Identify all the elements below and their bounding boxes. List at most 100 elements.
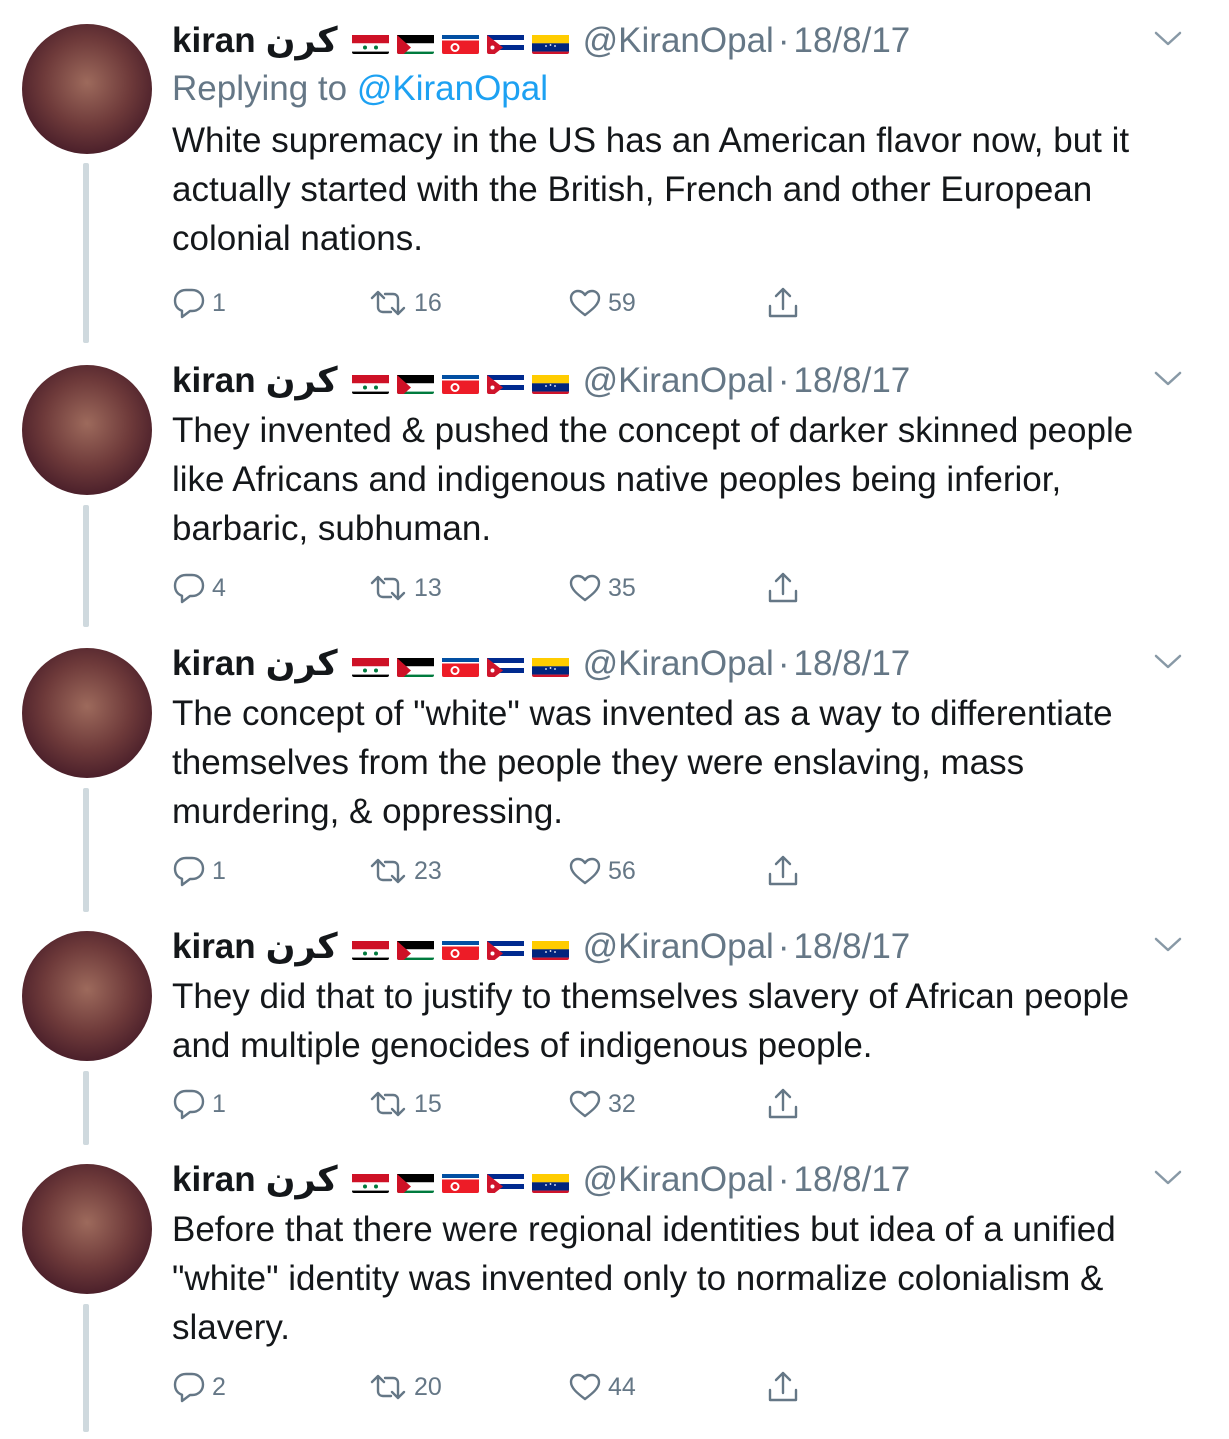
like-count: 32 (608, 1089, 636, 1118)
avatar[interactable] (22, 365, 152, 495)
avatar[interactable] (22, 24, 152, 154)
share-button[interactable] (766, 1087, 800, 1121)
venezuela-flag (531, 29, 569, 54)
retweet-count: 15 (414, 1089, 442, 1118)
tweet-date[interactable]: 18/8/17 (793, 1160, 910, 1200)
like-button[interactable]: 56 (568, 856, 636, 886)
share-icon (766, 1370, 800, 1404)
chevron-down-icon[interactable] (1153, 653, 1183, 671)
tweet-text: White supremacy in the US has an America… (172, 121, 1130, 258)
author-handle[interactable]: @KiranOpal (583, 361, 774, 401)
reply-button[interactable]: 1 (172, 855, 226, 887)
author-handle[interactable]: @KiranOpal (583, 1160, 774, 1200)
chevron-down-icon[interactable] (1153, 936, 1183, 954)
retweet-button[interactable]: 23 (368, 856, 442, 886)
retweet-button[interactable]: 16 (368, 288, 442, 318)
reply-icon (172, 1371, 206, 1403)
tweet-text: They did that to justify to themselves s… (172, 977, 1130, 1065)
share-button[interactable] (766, 854, 800, 888)
author-name[interactable]: kiran (172, 21, 256, 61)
reply-count: 4 (212, 573, 226, 602)
retweet-button[interactable]: 13 (368, 573, 442, 603)
author-name[interactable]: kiran (172, 644, 256, 684)
north-korea-flag (441, 29, 479, 54)
author-arabic-name[interactable]: كرن (266, 21, 338, 61)
author-handle[interactable]: @KiranOpal (583, 927, 774, 967)
like-button[interactable]: 35 (568, 573, 636, 603)
cuba-flag (486, 1168, 524, 1193)
retweet-count: 20 (414, 1372, 442, 1401)
flag-emojis (351, 1168, 569, 1193)
like-button[interactable]: 59 (568, 288, 636, 318)
heart-icon (568, 856, 602, 886)
share-icon (766, 286, 800, 320)
reply-icon (172, 855, 206, 887)
thread-line (83, 163, 89, 343)
replying-to: Replying to @KiranOpal (172, 64, 1169, 114)
thread-line (83, 788, 89, 912)
retweet-button[interactable]: 20 (368, 1372, 442, 1402)
reply-button[interactable]: 2 (172, 1371, 226, 1403)
like-button[interactable]: 44 (568, 1372, 636, 1402)
heart-icon (568, 288, 602, 318)
palestine-flag (396, 369, 434, 394)
author-arabic-name[interactable]: كرن (266, 361, 338, 401)
share-button[interactable] (766, 1370, 800, 1404)
reply-button[interactable]: 1 (172, 287, 226, 319)
share-button[interactable] (766, 571, 800, 605)
avatar[interactable] (22, 931, 152, 1061)
syria-flag (351, 1168, 389, 1193)
thread-line (83, 1304, 89, 1432)
reply-icon (172, 287, 206, 319)
tweet-body: kiran كرن @KiranOpal · 18/8/17 The conce… (172, 641, 1169, 836)
venezuela-flag (531, 369, 569, 394)
chevron-down-icon[interactable] (1153, 1169, 1183, 1187)
reply-button[interactable]: 4 (172, 572, 226, 604)
avatar[interactable] (22, 1164, 152, 1294)
tweet-date[interactable]: 18/8/17 (793, 21, 910, 61)
retweet-icon (368, 1372, 408, 1402)
chevron-down-icon[interactable] (1153, 370, 1183, 388)
tweet-text: The concept of "white" was invented as a… (172, 694, 1113, 831)
separator-dot: · (777, 927, 790, 966)
retweet-icon (368, 1089, 408, 1119)
flag-emojis (351, 29, 569, 54)
author-arabic-name[interactable]: كرن (266, 1160, 338, 1200)
tweet-date[interactable]: 18/8/17 (793, 644, 910, 684)
author-name[interactable]: kiran (172, 1160, 256, 1200)
retweet-icon (368, 856, 408, 886)
replying-to-link[interactable]: @KiranOpal (357, 69, 548, 108)
author-name[interactable]: kiran (172, 927, 256, 967)
tweet-header: kiran كرن @KiranOpal · 18/8/17 (172, 641, 1169, 687)
avatar[interactable] (22, 648, 152, 778)
reply-count: 1 (212, 856, 226, 885)
thread-line (83, 1071, 89, 1145)
syria-flag (351, 369, 389, 394)
author-arabic-name[interactable]: كرن (266, 927, 338, 967)
author-handle[interactable]: @KiranOpal (583, 21, 774, 61)
reply-count: 1 (212, 1089, 226, 1118)
like-count: 56 (608, 856, 636, 885)
chevron-down-icon[interactable] (1153, 30, 1183, 48)
heart-icon (568, 1372, 602, 1402)
reply-button[interactable]: 1 (172, 1088, 226, 1120)
flag-emojis (351, 369, 569, 394)
retweet-button[interactable]: 15 (368, 1089, 442, 1119)
author-name[interactable]: kiran (172, 361, 256, 401)
tweet-header: kiran كرن @KiranOpal · 18/8/17 (172, 18, 1169, 64)
tweet-date[interactable]: 18/8/17 (793, 361, 910, 401)
author-arabic-name[interactable]: كرن (266, 644, 338, 684)
reply-count: 1 (212, 288, 226, 317)
tweet-header: kiran كرن @KiranOpal · 18/8/17 (172, 1157, 1169, 1203)
north-korea-flag (441, 369, 479, 394)
heart-icon (568, 1089, 602, 1119)
separator-dot: · (777, 361, 790, 400)
author-handle[interactable]: @KiranOpal (583, 644, 774, 684)
like-count: 44 (608, 1372, 636, 1401)
tweet-body: kiran كرن @KiranOpal · 18/8/17 They did … (172, 924, 1169, 1070)
tweet-date[interactable]: 18/8/17 (793, 927, 910, 967)
like-button[interactable]: 32 (568, 1089, 636, 1119)
share-button[interactable] (766, 286, 800, 320)
cuba-flag (486, 935, 524, 960)
reply-icon (172, 572, 206, 604)
